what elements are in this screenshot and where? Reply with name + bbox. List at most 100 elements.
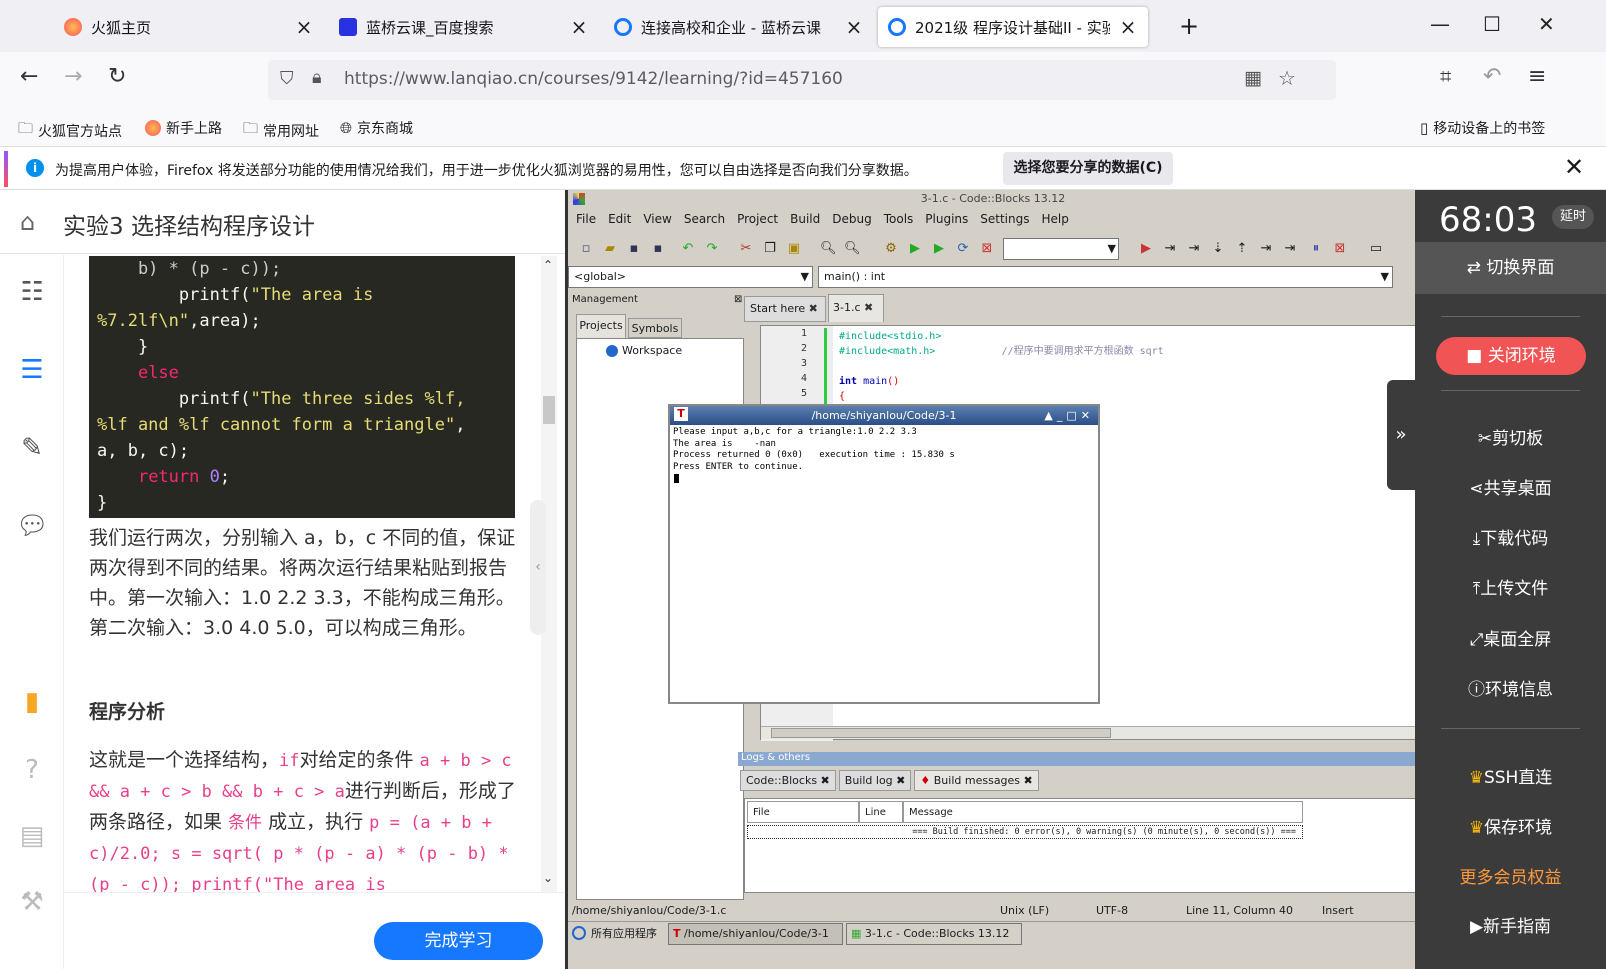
debug-into-icon[interactable]: ⇣ <box>1210 241 1226 257</box>
paste-icon[interactable]: ▣ <box>786 241 802 257</box>
debug-out-icon[interactable]: ⇡ <box>1234 241 1250 257</box>
maximize-icon[interactable]: ☐ <box>1483 12 1501 36</box>
debug-stop-icon[interactable]: ⊠ <box>1332 241 1348 257</box>
menu-icon[interactable]: ≡ <box>1528 64 1546 89</box>
close-environment-button[interactable]: ■ 关闭环境 <box>1436 337 1586 375</box>
qr-code-icon[interactable]: ▦ <box>1244 67 1262 89</box>
minimize-icon[interactable]: — <box>1430 12 1450 36</box>
debug-break-icon[interactable]: ⇥ <box>1282 241 1298 257</box>
tab-start-here[interactable]: Start here ✖ <box>744 296 826 322</box>
extend-time-button[interactable]: 延时 <box>1552 205 1594 229</box>
window-close-icon[interactable]: ✕ <box>1538 12 1555 36</box>
new-file-icon[interactable]: ▫ <box>578 241 594 257</box>
function-select[interactable]: main() : int ▼ <box>818 266 1393 288</box>
menu-tools[interactable]: Tools <box>884 212 914 226</box>
new-tab-button[interactable]: + <box>1179 12 1199 40</box>
remote-desktop[interactable]: 3-1.c - Code::Blocks 13.12 File Edit View S… <box>565 190 1418 969</box>
taskbar-terminal[interactable]: T /home/shiyanlou/Code/3-1 <box>668 923 843 945</box>
url-text[interactable]: https://www.lanqiao.cn/courses/9142/lear… <box>344 69 843 89</box>
catalog-icon[interactable]: ☷ <box>16 277 48 309</box>
reload-icon[interactable]: ↻ <box>108 64 126 89</box>
tab-symbols[interactable]: Symbols <box>628 318 682 338</box>
address-bar[interactable]: ⛉ 🔒︎ https://www.lanqiao.cn/courses/9142… <box>268 60 1336 100</box>
tab-firefox-home[interactable]: 火狐主页 × <box>54 7 324 47</box>
beginner-guide-button[interactable]: ▶新手指南 <box>1415 912 1606 937</box>
ranking-icon[interactable]: ▮ <box>16 687 48 719</box>
lock-icon[interactable]: 🔒︎ <box>312 67 322 88</box>
menu-search[interactable]: Search <box>684 212 725 226</box>
vip-benefits-link[interactable]: 更多会员权益 <box>1415 863 1606 888</box>
tab-projects[interactable]: Projects <box>576 314 626 338</box>
download-code-button[interactable]: ⤓下载代码 <box>1415 524 1606 549</box>
report-icon[interactable]: ▤ <box>16 821 48 853</box>
save-all-icon[interactable]: ▪ <box>650 241 666 257</box>
tab-baidu[interactable]: 蓝桥云课_百度搜索 × <box>329 7 599 47</box>
build-target-select[interactable]: ▼ <box>1003 238 1119 260</box>
replace-icon[interactable]: 🔍︎ <box>844 241 861 257</box>
close-icon[interactable]: ✕ <box>1564 153 1584 181</box>
choose-data-button[interactable]: 选择您要分享的数据(C) <box>1003 152 1173 185</box>
menu-debug[interactable]: Debug <box>832 212 871 226</box>
menu-project[interactable]: Project <box>737 212 778 226</box>
find-icon[interactable]: 🔍︎ <box>820 241 837 257</box>
tab-lanqiao-home[interactable]: 连接高校和企业 - 蓝桥云课 × <box>604 7 874 47</box>
share-desktop-button[interactable]: ⋖共享桌面 <box>1415 474 1606 499</box>
tab-build-messages[interactable]: ♦ Build messages ✖ <box>914 770 1039 791</box>
ssh-button[interactable]: ♛SSH直连 <box>1415 763 1606 788</box>
debug-step-icon[interactable]: ⇥ <box>1162 241 1178 257</box>
open-icon[interactable]: ▰ <box>602 241 618 257</box>
close-icon[interactable]: ⊠ <box>734 294 742 305</box>
star-icon[interactable]: ☆ <box>1278 66 1296 90</box>
collapse-handle[interactable]: ‹ <box>530 500 546 635</box>
upload-file-button[interactable]: ⤒上传文件 <box>1415 574 1606 599</box>
abort-icon[interactable]: ⊠ <box>979 241 995 257</box>
undo-icon[interactable]: ↶ <box>680 241 696 257</box>
build-run-icon[interactable]: ▶ <box>931 241 947 257</box>
close-tab-icon[interactable]: × <box>294 15 314 39</box>
bookmark-folder[interactable]: 🗀 常用网址 <box>243 118 319 143</box>
save-icon[interactable]: ▪ <box>626 241 642 257</box>
discussion-icon[interactable]: 💬︎ <box>16 511 49 543</box>
shield-icon[interactable]: ⛉ <box>280 68 294 89</box>
workspace-node[interactable]: Workspace <box>606 344 682 357</box>
menu-build[interactable]: Build <box>790 212 820 226</box>
close-tab-icon[interactable]: × <box>844 15 864 39</box>
steps-icon[interactable]: ☰ <box>16 355 48 387</box>
debug-instr-icon[interactable]: ⇥ <box>1258 241 1274 257</box>
debug-pause-icon[interactable]: ⏸ <box>1308 241 1324 257</box>
tab-codeblocks-log[interactable]: Code::Blocks ✖ <box>740 770 836 791</box>
note-edit-icon[interactable]: ✎ <box>16 433 48 465</box>
menu-edit[interactable]: Edit <box>608 212 631 226</box>
menu-file[interactable]: File <box>576 212 596 226</box>
debug-icon[interactable]: ▶ <box>1138 241 1154 257</box>
fullscreen-button[interactable]: ⤢桌面全屏 <box>1415 625 1606 650</box>
tab-3-1-c[interactable]: 3-1.c ✖ <box>828 294 884 322</box>
build-finished-row[interactable]: === Build finished: 0 error(s), 0 warnin… <box>747 825 1303 839</box>
undo-icon[interactable]: ↶ <box>1483 64 1501 89</box>
redo-icon[interactable]: ↷ <box>704 241 720 257</box>
tab-course[interactable]: 2021级 程序设计基础II - 实验3 × <box>878 7 1148 47</box>
debug-next-icon[interactable]: ⇥ <box>1186 241 1202 257</box>
scope-select[interactable]: <global> ▼ <box>568 266 813 288</box>
clipboard-button[interactable]: ✂剪切板 <box>1415 424 1606 449</box>
taskbar-codeblocks[interactable]: ▦ 3-1.c - Code::Blocks 13.12 <box>846 923 1022 945</box>
back-icon[interactable]: ← <box>20 64 38 89</box>
forward-icon[interactable]: → <box>64 64 82 89</box>
bookmark-link[interactable]: 新手上路 <box>145 118 222 138</box>
all-apps-button[interactable]: 所有应用程序 <box>572 925 657 941</box>
build-messages-table[interactable]: File Line Message === Build finished: 0 … <box>744 798 1418 893</box>
menu-view[interactable]: View <box>643 212 671 226</box>
menu-help[interactable]: Help <box>1041 212 1068 226</box>
help-icon[interactable]: ? <box>16 755 48 787</box>
bookmark-link[interactable]: 🌐︎ 京东商城 <box>340 118 413 138</box>
mobile-bookmarks[interactable]: ▯ 移动设备上的书签 <box>1420 118 1545 138</box>
save-environment-button[interactable]: ♛保存环境 <box>1415 813 1606 838</box>
switch-view-button[interactable]: ⇄ 切换界面 <box>1415 242 1606 294</box>
cut-icon[interactable]: ✂ <box>738 241 754 257</box>
tool-icon[interactable]: ⚒ <box>16 887 48 919</box>
terminal-window[interactable]: T/home/shiyanlou/Code/3-1 ▲_□✕ Please inp… <box>668 404 1100 704</box>
environment-info-button[interactable]: ⓘ环境信息 <box>1415 675 1606 700</box>
terminal-window-controls[interactable]: ▲_□✕ <box>1044 406 1094 425</box>
screenshot-icon[interactable]: ⌗ <box>1440 64 1451 88</box>
editor-hscrollbar[interactable] <box>761 726 1417 739</box>
